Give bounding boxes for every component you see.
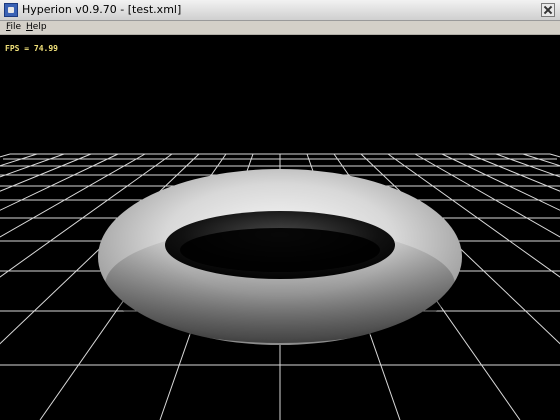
torus-model[interactable] <box>98 169 462 345</box>
grid-line-depth <box>0 153 92 192</box>
grid-line-depth <box>0 153 38 167</box>
app-window: Hyperion v0.9.70 - [test.xml] File Help <box>0 0 560 420</box>
grid-line-depth <box>549 153 560 158</box>
fps-counter: FPS = 74.99 <box>5 44 58 53</box>
title-bar[interactable]: Hyperion v0.9.70 - [test.xml] <box>0 0 560 21</box>
menu-bar: File Help <box>0 21 560 35</box>
scene-canvas[interactable] <box>0 35 560 420</box>
menu-help[interactable]: Help <box>26 21 47 34</box>
close-button[interactable] <box>541 3 555 17</box>
grid-line-depth <box>522 153 560 167</box>
grid-line-depth <box>0 153 65 178</box>
grid-line-depth <box>495 153 560 178</box>
window-title: Hyperion v0.9.70 - [test.xml] <box>22 3 182 16</box>
grid-line-depth <box>0 153 11 158</box>
menu-file[interactable]: File <box>6 21 21 34</box>
grid-line-depth <box>468 153 560 192</box>
app-icon[interactable] <box>4 3 18 17</box>
render-viewport[interactable]: FPS = 74.99 <box>0 35 560 420</box>
